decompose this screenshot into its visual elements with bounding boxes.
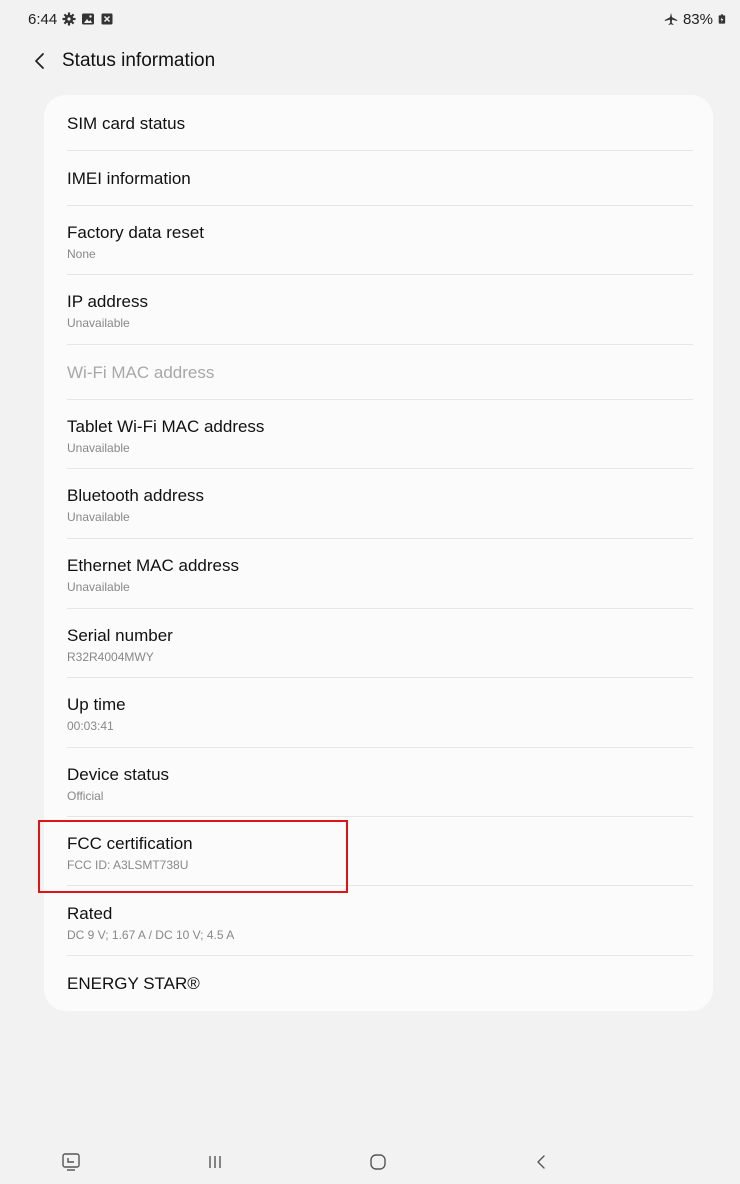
battery-icon bbox=[718, 14, 726, 24]
list-item-ip-address[interactable]: IP address Unavailable bbox=[44, 292, 713, 330]
item-title: Wi-Fi MAC address bbox=[67, 363, 215, 382]
item-title: Rated bbox=[67, 904, 113, 923]
item-title: IP address bbox=[67, 292, 148, 311]
item-title: FCC certification bbox=[67, 834, 193, 853]
item-subtitle: 00:03:41 bbox=[67, 719, 114, 733]
divider bbox=[67, 274, 693, 275]
item-subtitle: DC 9 V; 1.67 A / DC 10 V; 4.5 A bbox=[67, 928, 235, 942]
battery-percent: 83% bbox=[682, 10, 713, 28]
status-bar-right: 83% bbox=[664, 11, 728, 28]
recents-icon bbox=[209, 1156, 221, 1168]
list-item-factory-data-reset[interactable]: Factory data reset None bbox=[44, 223, 713, 261]
gear-icon bbox=[62, 12, 76, 26]
item-title: Up time bbox=[67, 695, 126, 714]
status-bar: 6:44 83% bbox=[0, 0, 740, 38]
item-title: Bluetooth address bbox=[67, 486, 205, 505]
divider bbox=[67, 885, 693, 886]
home-button[interactable] bbox=[363, 1150, 393, 1174]
item-subtitle: FCC ID: A3LSMT738U bbox=[67, 858, 189, 872]
item-title: Device status bbox=[67, 765, 170, 784]
list-item-rated[interactable]: Rated DC 9 V; 1.67 A / DC 10 V; 4.5 A bbox=[44, 904, 713, 942]
list-item-up-time[interactable]: Up time 00:03:41 bbox=[44, 695, 713, 733]
item-title: IMEI information bbox=[67, 169, 191, 188]
divider bbox=[67, 344, 693, 345]
item-subtitle: Unavailable bbox=[67, 580, 130, 594]
nav-back-button[interactable] bbox=[526, 1150, 556, 1174]
divider bbox=[67, 399, 693, 400]
list-item-serial-number[interactable]: Serial number R32R4004MWY bbox=[44, 626, 713, 664]
recents-button[interactable] bbox=[200, 1150, 230, 1174]
divider bbox=[67, 538, 693, 539]
list-item-sim-card-status[interactable]: SIM card status bbox=[44, 114, 713, 134]
divider bbox=[67, 955, 693, 956]
list-item-imei-information[interactable]: IMEI information bbox=[44, 169, 713, 189]
app-header: Status information bbox=[0, 38, 740, 84]
screenshot-icon bbox=[62, 1153, 80, 1171]
airplane-icon bbox=[664, 12, 678, 25]
item-subtitle: Unavailable bbox=[67, 316, 130, 330]
page-title: Status information bbox=[62, 50, 216, 71]
gallery-icon bbox=[82, 13, 95, 25]
item-subtitle: Unavailable bbox=[67, 510, 130, 524]
item-title: Tablet Wi-Fi MAC address bbox=[67, 417, 265, 436]
back-icon bbox=[537, 1155, 545, 1169]
divider bbox=[67, 205, 693, 206]
item-title: Factory data reset bbox=[67, 223, 205, 242]
status-time: 6:44 bbox=[28, 10, 58, 28]
item-title: Ethernet MAC address bbox=[67, 556, 239, 575]
divider bbox=[67, 150, 693, 151]
divider bbox=[67, 747, 693, 748]
item-title: SIM card status bbox=[67, 114, 186, 133]
list-item-device-status[interactable]: Device status Official bbox=[44, 765, 713, 803]
divider bbox=[67, 816, 693, 817]
back-button[interactable] bbox=[22, 43, 58, 79]
list-item-ethernet-mac-address[interactable]: Ethernet MAC address Unavailable bbox=[44, 556, 713, 594]
status-bar-left: 6:44 bbox=[28, 11, 114, 28]
item-title: ENERGY STAR® bbox=[67, 974, 200, 993]
chevron-left-icon bbox=[35, 53, 44, 69]
divider bbox=[67, 608, 693, 609]
list-item-energy-star[interactable]: ENERGY STAR® bbox=[44, 974, 713, 994]
status-info-card: SIM card status IMEI information Factory… bbox=[44, 95, 713, 1011]
list-item-fcc-certification[interactable]: FCC certification FCC ID: A3LSMT738U bbox=[44, 834, 713, 872]
item-subtitle: Unavailable bbox=[67, 441, 130, 455]
navigation-bar bbox=[0, 1140, 740, 1184]
item-subtitle: R32R4004MWY bbox=[67, 650, 154, 664]
item-subtitle: None bbox=[67, 247, 96, 261]
close-box-icon bbox=[101, 13, 113, 25]
home-icon bbox=[370, 1154, 386, 1170]
list-item-wifi-mac-address: Wi-Fi MAC address bbox=[44, 363, 713, 383]
item-title: Serial number bbox=[67, 626, 173, 645]
screenshot-button[interactable] bbox=[56, 1150, 86, 1174]
list-item-bluetooth-address[interactable]: Bluetooth address Unavailable bbox=[44, 486, 713, 524]
list-item-tablet-wifi-mac-address[interactable]: Tablet Wi-Fi MAC address Unavailable bbox=[44, 417, 713, 455]
divider bbox=[67, 468, 693, 469]
item-subtitle: Official bbox=[67, 789, 104, 803]
divider bbox=[67, 677, 693, 678]
